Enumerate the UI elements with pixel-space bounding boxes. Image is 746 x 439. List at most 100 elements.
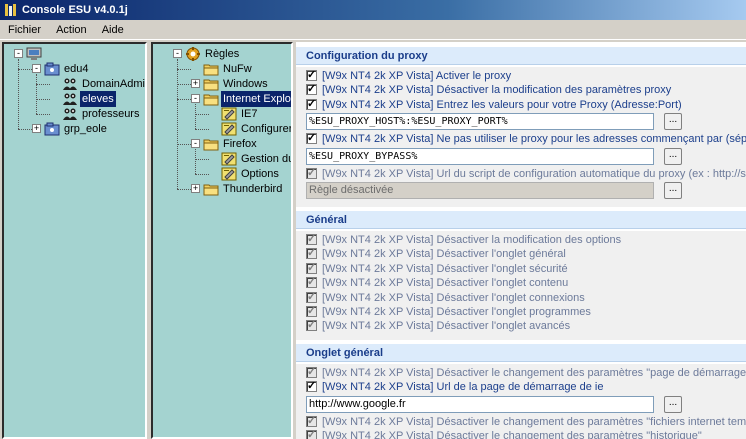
rule-tree-label[interactable]: Firefox	[221, 136, 259, 152]
rule-tree-label[interactable]: Windows	[221, 76, 270, 92]
check-icon: ✓	[307, 233, 317, 245]
group-tree-node[interactable]: eleves	[4, 91, 145, 107]
menu-action[interactable]: Action	[50, 20, 93, 40]
app-icon	[5, 4, 16, 16]
checkbox-checked[interactable]: ✓	[306, 233, 317, 245]
rule-value-field[interactable]: %ESU_PROXY_HOST%:%ESU_PROXY_PORT%	[306, 113, 654, 131]
rule-option-label: [W9x NT4 2k XP Vista] Activer le proxy	[322, 70, 512, 82]
check-icon: ✓	[307, 290, 317, 303]
checkbox-checked[interactable]: ✓	[306, 415, 317, 427]
checkbox-checked[interactable]: ✓	[306, 305, 317, 317]
rules-tree-pane[interactable]: - RèglesNuFw + Windows - Internet ExplorerIE7…	[151, 42, 293, 439]
checkbox-checked[interactable]: ✓	[306, 247, 317, 260]
rule-tree-label[interactable]: Options	[239, 166, 281, 182]
check-icon: ✓	[307, 97, 317, 110]
checkbox-checked[interactable]: ✓	[306, 83, 317, 96]
collapse-icon[interactable]: -	[173, 49, 182, 58]
rule-tree-node[interactable]: + Windows	[153, 76, 291, 92]
collapse-icon[interactable]: -	[32, 64, 41, 73]
rule-tree-node[interactable]: Configurer les b	[153, 121, 291, 137]
expand-icon[interactable]: +	[191, 79, 200, 88]
rule-option-label: [W9x NT4 2k XP Vista] Entrez les valeurs…	[322, 98, 682, 111]
rule-tree-node[interactable]: + Thunderbird	[153, 181, 291, 197]
checkbox-checked[interactable]: ✓	[306, 429, 317, 439]
checkbox-checked[interactable]: ✓	[306, 261, 317, 274]
menu-fichier[interactable]: Fichier	[0, 20, 47, 40]
rule-tree-node[interactable]: - Internet Explorer	[153, 91, 291, 107]
checkbox-checked[interactable]: ✓	[306, 319, 317, 332]
gear-icon	[185, 47, 201, 61]
section-body: ✓ [W9x NT4 2k XP Vista] Désactiver le cha…	[296, 363, 746, 439]
rule-tree-node[interactable]: Gestion du profi	[153, 151, 291, 167]
menu-aide[interactable]: Aide	[96, 20, 130, 40]
group-tree-label[interactable]: DomainAdmins	[80, 76, 145, 92]
rule-option-label: [W9x NT4 2k XP Vista] Url de la page de …	[322, 381, 604, 394]
rule-value-field[interactable]: %ESU_PROXY_BYPASS%	[306, 147, 654, 165]
checkbox-checked[interactable]: ✓	[306, 69, 317, 81]
rule-option-label: [W9x NT4 2k XP Vista] Désactiver le chan…	[322, 366, 746, 379]
browse-button[interactable]: ...	[664, 113, 682, 131]
section-header: Onglet général	[296, 343, 746, 362]
folder-icon	[203, 182, 219, 196]
rule-tree-label[interactable]: NuFw	[221, 61, 254, 77]
groups-tree-pane[interactable]: -- edu4DomainAdminselevesprofesseurs + grp_…	[2, 42, 147, 439]
rule-option-label: [W9x NT4 2k XP Vista] Désactiver l'ongle…	[322, 277, 569, 290]
group-tree-label[interactable]: professeurs	[80, 106, 141, 122]
rule-tree-label[interactable]: IE7	[239, 106, 260, 122]
group-icon	[44, 62, 60, 76]
browse-button[interactable]: ...	[664, 182, 682, 199]
rule-icon	[221, 107, 237, 121]
rule-tree-node[interactable]: - Firefox	[153, 136, 291, 152]
group-tree-node[interactable]: - edu4	[4, 61, 145, 77]
collapse-icon[interactable]: -	[191, 94, 200, 103]
checkbox-checked[interactable]: ✓	[306, 132, 317, 145]
rule-tree-node[interactable]: - Règles	[153, 46, 291, 62]
group-tree-label[interactable]: grp_eole	[62, 121, 109, 137]
rule-option-label: [W9x NT4 2k XP Vista] Désactiver l'ongle…	[322, 320, 571, 333]
folder-icon	[203, 92, 219, 106]
rule-option-label: [W9x NT4 2k XP Vista] Désactiver l'ongle…	[322, 291, 585, 304]
rule-icon	[221, 167, 237, 181]
checkbox-checked[interactable]: ✓	[306, 167, 317, 179]
section-header: Général	[296, 211, 746, 229]
rule-option-label: [W9x NT4 2k XP Vista] Désactiver l'ongle…	[322, 248, 566, 261]
rule-config-pane[interactable]: Configuration du proxy ✓ [W9x NT4 2k XP Vi…	[296, 42, 746, 439]
rule-tree-label[interactable]: Règles	[203, 46, 241, 62]
rule-tree-label[interactable]: Thunderbird	[221, 181, 284, 197]
check-icon: ✓	[307, 261, 317, 274]
computer-icon	[26, 47, 42, 61]
group-tree-node[interactable]: -	[4, 46, 145, 62]
rule-tree-node[interactable]: Options	[153, 166, 291, 182]
checkbox-checked[interactable]: ✓	[306, 380, 317, 393]
group-tree-node[interactable]: DomainAdmins	[4, 76, 145, 92]
users-icon	[62, 92, 78, 106]
rule-value-field[interactable]: http://www.google.fr	[306, 395, 654, 413]
check-icon: ✓	[307, 83, 317, 96]
expand-icon[interactable]: +	[32, 124, 41, 133]
rule-option-label: [W9x NT4 2k XP Vista] Ne pas utiliser le…	[322, 133, 746, 146]
rule-tree-label[interactable]: Configurer les b	[239, 121, 291, 137]
window-title: Console ESU v4.0.1j	[22, 4, 128, 16]
section-body: ✓ [W9x NT4 2k XP Vista] Activer le proxy ✓…	[296, 67, 746, 207]
expand-icon[interactable]: +	[191, 184, 200, 193]
group-tree-node[interactable]: professeurs	[4, 106, 145, 122]
group-tree-label[interactable]: edu4	[62, 61, 90, 77]
check-icon: ✓	[307, 132, 317, 145]
browse-button[interactable]: ...	[664, 395, 682, 413]
group-tree-label[interactable]: eleves	[80, 91, 116, 107]
checkbox-checked[interactable]: ✓	[306, 290, 317, 303]
rule-tree-label[interactable]: Gestion du profi	[239, 151, 291, 167]
rule-tree-label[interactable]: Internet Explorer	[221, 91, 291, 107]
browse-button[interactable]: ...	[664, 147, 682, 165]
collapse-icon[interactable]: -	[191, 139, 200, 148]
folder-icon	[203, 77, 219, 91]
users-icon	[62, 107, 78, 121]
folder-icon	[203, 62, 219, 76]
checkbox-checked[interactable]: ✓	[306, 366, 317, 378]
collapse-icon[interactable]: -	[14, 49, 23, 58]
checkbox-checked[interactable]: ✓	[306, 276, 317, 289]
rule-tree-node[interactable]: NuFw	[153, 61, 291, 77]
group-tree-node[interactable]: + grp_eole	[4, 121, 145, 137]
checkbox-checked[interactable]: ✓	[306, 97, 317, 110]
rule-tree-node[interactable]: IE7	[153, 106, 291, 122]
